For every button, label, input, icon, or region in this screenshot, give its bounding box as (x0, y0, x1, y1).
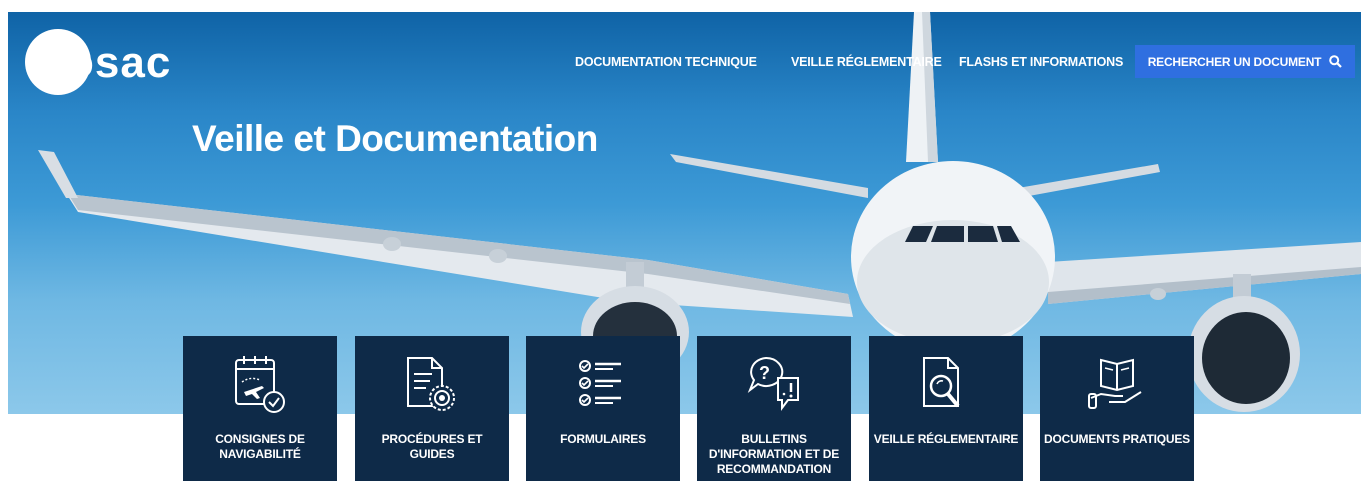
card-label: VEILLE RÉGLEMENTAIRE (873, 432, 1019, 446)
document-magnifier-icon (923, 357, 960, 408)
card-label: FORMULAIRES (560, 432, 646, 446)
logo-text: osac (67, 38, 172, 87)
search-document-button[interactable]: RECHERCHER UN DOCUMENT (1135, 45, 1355, 78)
calendar-plane-check-icon (235, 356, 285, 413)
speech-bubbles-icon: ? (747, 356, 799, 411)
card-procedures-guides[interactable]: PROCÉDURES ET GUIDES (355, 336, 509, 481)
card-documents-pratiques[interactable]: DOCUMENTS PRATIQUES (1040, 336, 1194, 481)
book-hand-icon (1088, 358, 1142, 409)
document-gear-icon (407, 357, 455, 411)
magnifier-icon (1329, 55, 1343, 68)
card-consignes-navigabilite[interactable]: CONSIGNES DE NAVIGABILITÉ (183, 336, 337, 481)
page-title: Veille et Documentation (192, 118, 598, 159)
card-label: DOCUMENTS PRATIQUES (1044, 432, 1190, 446)
card-label: CONSIGNES DE NAVIGABILITÉ (215, 432, 305, 461)
nav-link-flashs-informations[interactable]: FLASHS ET INFORMATIONS (959, 55, 1123, 69)
card-bulletins[interactable]: ? BULLETINS D'INFORMATION ET DE RECOMMAN… (697, 336, 851, 481)
nav-link-documentation-technique[interactable]: DOCUMENTATION TECHNIQUE (575, 55, 757, 69)
checklist-icon (579, 360, 621, 406)
card-label: BULLETINS D'INFORMATION ET DE RECOMMANDA… (708, 432, 840, 476)
nav-link-veille-reglementaire[interactable]: VEILLE RÉGLEMENTAIRE (791, 55, 942, 69)
svg-text:?: ? (759, 363, 770, 383)
card-formulaires[interactable]: FORMULAIRES (526, 336, 680, 481)
card-veille-reglementaire[interactable]: VEILLE RÉGLEMENTAIRE (869, 336, 1023, 481)
search-button-label: RECHERCHER UN DOCUMENT (1147, 54, 1322, 69)
osac-logo[interactable]: osac (25, 29, 205, 99)
card-label: PROCÉDURES ET GUIDES (381, 432, 483, 461)
